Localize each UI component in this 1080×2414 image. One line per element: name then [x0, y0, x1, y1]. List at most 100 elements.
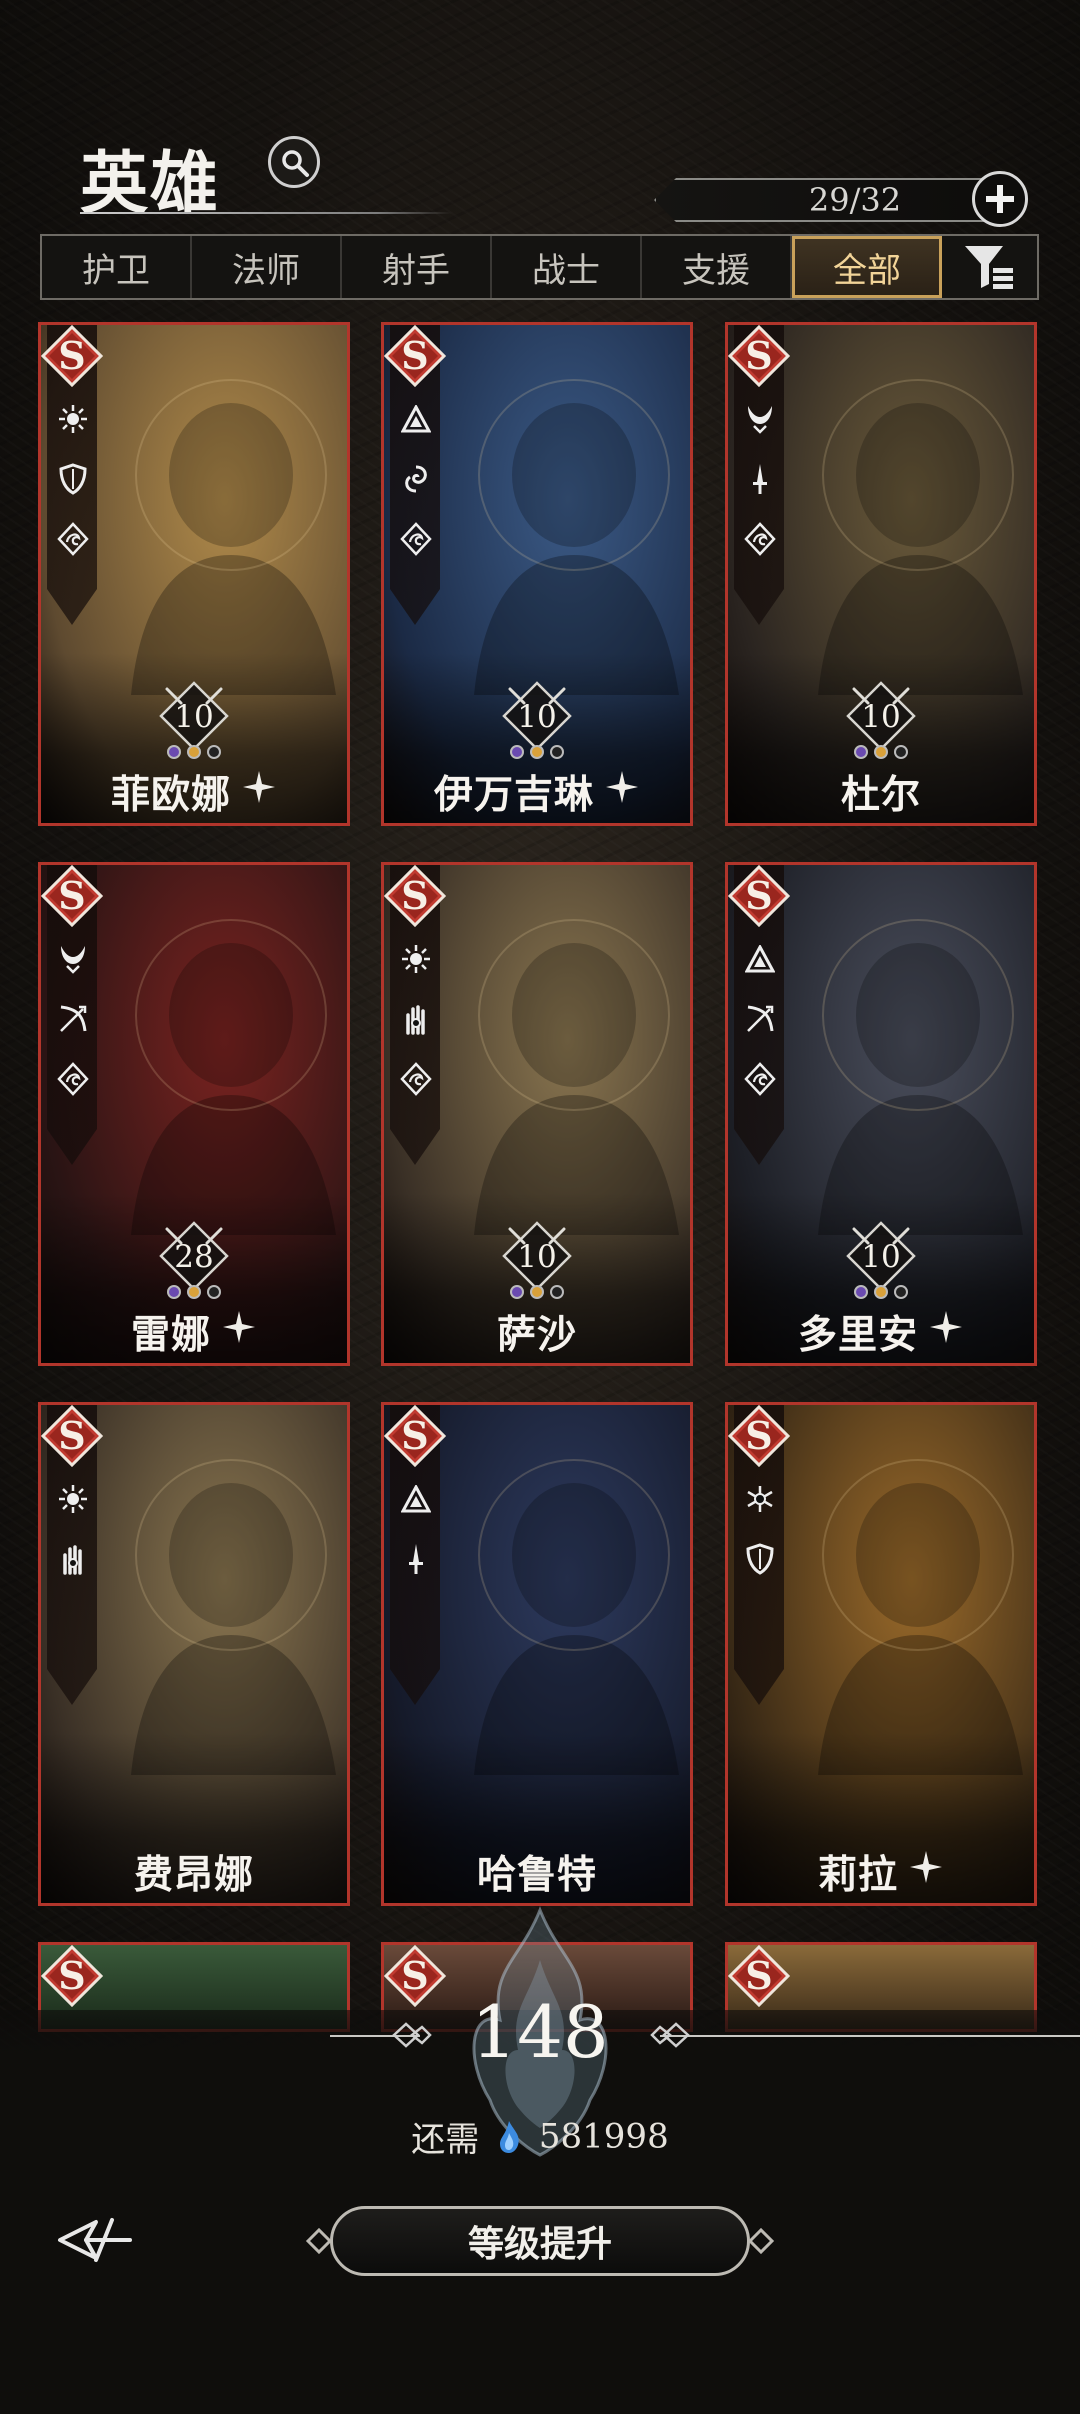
bow-icon — [742, 1001, 778, 1037]
level-divider-right — [660, 2035, 1080, 2037]
hero-name: 菲欧娜 — [110, 772, 231, 818]
hero-name-row: 杜尔 — [728, 765, 1034, 819]
tab-archer[interactable]: 射手 — [342, 236, 492, 298]
dragon-icon — [742, 1061, 778, 1097]
hero-name: 雷娜 — [130, 1312, 211, 1358]
sun-icon — [55, 401, 91, 437]
gem-slots — [510, 1285, 564, 1299]
gem-slot — [510, 745, 524, 759]
hero-card[interactable]: S 费昂娜 — [38, 1402, 350, 1906]
swirl-icon — [398, 461, 434, 497]
hero-card[interactable]: S 10 菲欧娜 — [38, 322, 350, 826]
search-button[interactable] — [268, 136, 320, 188]
shield-icon — [55, 461, 91, 497]
gem-slots — [167, 1285, 221, 1299]
sword-icon — [742, 461, 778, 497]
hero-silhouette — [474, 919, 679, 1235]
svg-text:S: S — [58, 873, 85, 918]
hero-card[interactable]: S 28 雷娜 — [38, 862, 350, 1366]
shield-icon — [742, 1541, 778, 1577]
horns-icon — [742, 401, 778, 437]
ornament-left-icon — [392, 2022, 432, 2048]
hero-count: 29/32 — [808, 181, 902, 219]
hero-silhouette — [818, 919, 1023, 1235]
horns-icon — [55, 941, 91, 977]
svg-text:S: S — [745, 1953, 772, 1998]
gem-slot — [207, 1285, 221, 1299]
gem-slot — [550, 745, 564, 759]
button-ornament-right-icon — [747, 2227, 775, 2255]
gem-slot — [510, 1285, 524, 1299]
hero-level: 10 — [517, 1239, 557, 1275]
back-button[interactable] — [56, 2208, 136, 2272]
snow-icon — [742, 1481, 778, 1517]
hero-card[interactable]: S 莉拉 — [725, 1402, 1037, 1906]
hero-level-value: 148 — [471, 1990, 609, 2074]
svg-text:S: S — [401, 1953, 428, 1998]
ornament-right-icon — [650, 2022, 690, 2048]
gem-slots — [854, 745, 908, 759]
gem-slot — [187, 1285, 201, 1299]
dragon-icon — [398, 1061, 434, 1097]
gem-slot — [187, 745, 201, 759]
triangle-icon — [398, 401, 434, 437]
filter-button[interactable] — [942, 236, 1035, 298]
svg-text:S: S — [58, 333, 85, 378]
gem-slot — [207, 745, 221, 759]
hero-card[interactable]: S 10 多里安 — [725, 862, 1037, 1366]
tab-all[interactable]: 全部 — [792, 236, 942, 298]
gem-slot — [530, 745, 544, 759]
filter-icon — [964, 246, 1013, 289]
dragon-icon — [55, 1061, 91, 1097]
awaken-star-icon — [221, 1309, 257, 1355]
hero-level: 10 — [174, 699, 214, 735]
gem-slot — [894, 745, 908, 759]
tab-guardian[interactable]: 护卫 — [42, 236, 192, 298]
svg-text:S: S — [745, 1413, 772, 1458]
class-tabs: 护卫 法师 射手 战士 支援 全部 — [40, 234, 1039, 300]
hero-name-row: 哈鲁特 — [384, 1845, 690, 1899]
tab-mage[interactable]: 法师 — [192, 236, 342, 298]
gem-slot — [550, 1285, 564, 1299]
hand-icon — [55, 1541, 91, 1577]
svg-text:S: S — [745, 333, 772, 378]
hero-name: 多里安 — [797, 1312, 918, 1358]
dragon-icon — [742, 521, 778, 557]
awaken-star-icon — [241, 769, 277, 815]
hero-card[interactable]: S 哈鲁特 — [381, 1402, 693, 1906]
dragon-icon — [55, 521, 91, 557]
hero-silhouette — [474, 1459, 679, 1775]
svg-text:S: S — [401, 333, 428, 378]
hero-silhouette — [818, 379, 1023, 695]
hero-silhouette — [474, 379, 679, 695]
add-slot-button[interactable] — [972, 171, 1028, 227]
need-amount: 581998 — [538, 2116, 669, 2157]
hero-silhouette — [131, 1459, 336, 1775]
tab-warrior[interactable]: 战士 — [492, 236, 642, 298]
svg-text:S: S — [401, 1413, 428, 1458]
gem-slot — [530, 1285, 544, 1299]
title-underline — [80, 212, 452, 214]
level-up-button[interactable]: 等级提升 — [330, 2206, 750, 2276]
hero-silhouette — [131, 919, 336, 1235]
upgrade-cost: 还需 581998 — [0, 2112, 1080, 2161]
blue-flame-icon — [500, 2120, 519, 2153]
sword-icon — [398, 1541, 434, 1577]
hero-level: 10 — [517, 699, 557, 735]
awaken-star-icon — [908, 1849, 944, 1895]
gem-slots — [167, 745, 221, 759]
hero-name: 萨沙 — [496, 1312, 577, 1358]
hero-silhouette — [818, 1459, 1023, 1775]
hero-name-row: 伊万吉琳 — [384, 765, 690, 819]
hero-card[interactable]: S 10 伊万吉琳 — [381, 322, 693, 826]
tab-support[interactable]: 支援 — [642, 236, 792, 298]
need-label: 还需 — [411, 2120, 480, 2160]
hero-card[interactable]: S 10 杜尔 — [725, 322, 1037, 826]
svg-text:S: S — [401, 873, 428, 918]
hero-name: 伊万吉琳 — [433, 772, 594, 818]
gem-slot — [874, 745, 888, 759]
hero-card[interactable]: S 10 萨沙 — [381, 862, 693, 1366]
triangle-icon — [398, 1481, 434, 1517]
hero-name-row: 多里安 — [728, 1305, 1034, 1359]
search-icon — [282, 150, 309, 177]
